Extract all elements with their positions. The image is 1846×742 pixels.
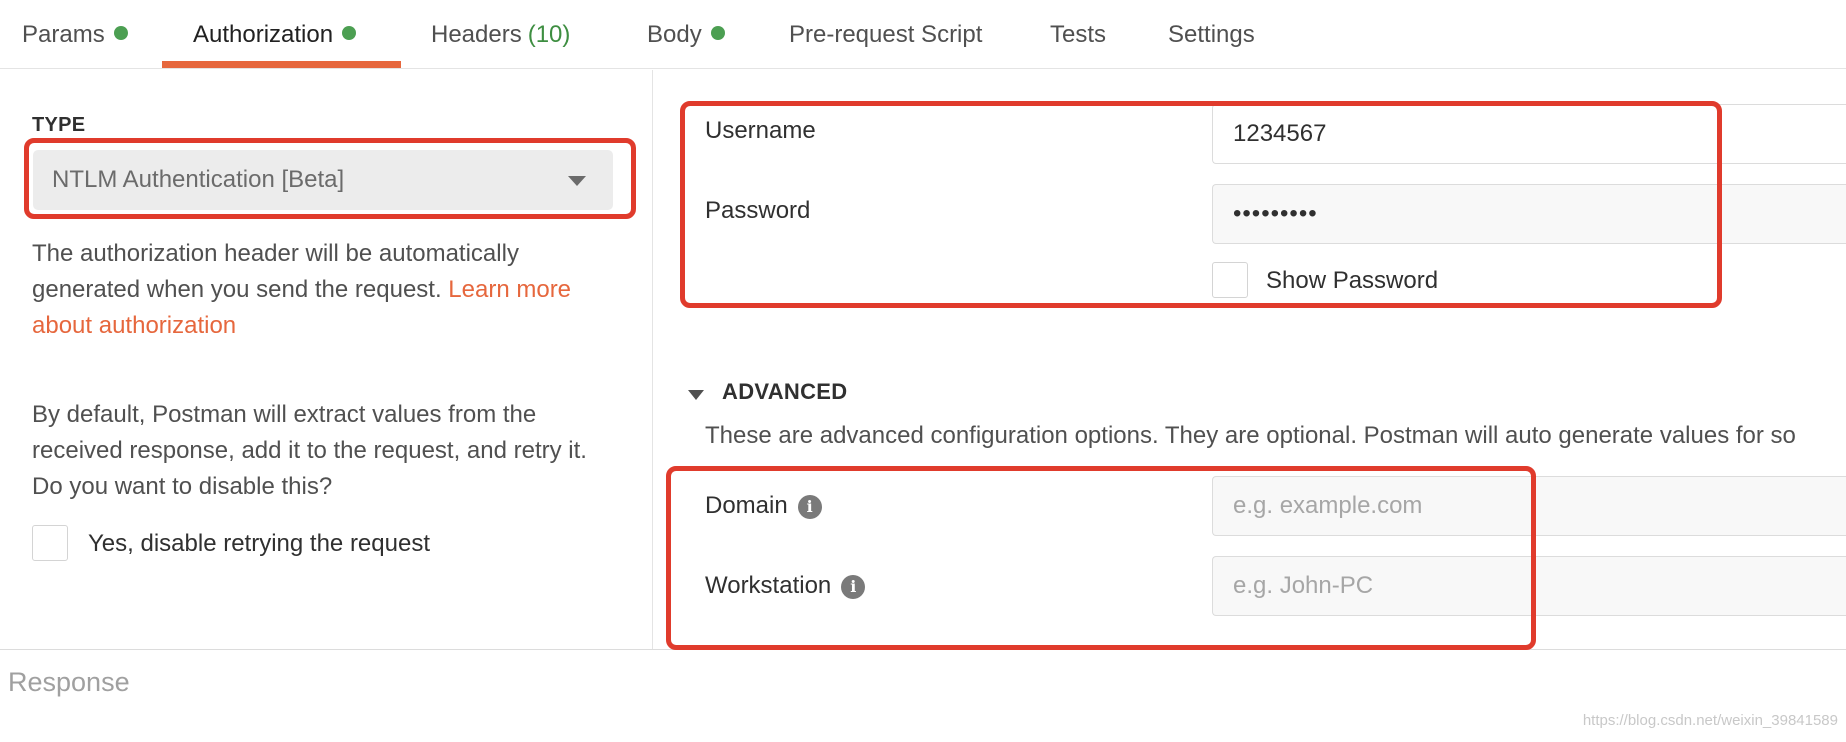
auth-help-text: The authorization header will be automat… [32,236,622,344]
advanced-description: These are advanced configuration options… [705,422,1796,449]
workstation-input[interactable] [1212,556,1846,616]
tab-authorization-indicator-dot [342,26,357,40]
tab-params[interactable]: Params [22,0,128,69]
tab-authorization[interactable]: Authorization [193,0,357,69]
disable-retry-checkbox[interactable] [32,525,68,561]
show-password-label: Show Password [1266,267,1439,294]
password-input[interactable] [1212,184,1846,244]
response-section: Response https://blog.csdn.net/weixin_39… [0,649,1846,742]
info-icon[interactable]: i [841,575,866,599]
auth-type-select[interactable]: NTLM Authentication [Beta] [33,150,613,210]
advanced-section-title[interactable]: ADVANCED [722,379,847,405]
tab-pre-request-script[interactable]: Pre-request Script [789,0,982,69]
auth-type-panel: TYPE NTLM Authentication [Beta] The auth… [0,70,653,649]
tab-pre-request-script-label: Pre-request Script [789,21,983,48]
tab-headers-count: (10) [527,21,571,48]
password-label: Password [705,197,811,224]
domain-label-text: Domain [705,492,788,519]
active-tab-underline [162,61,401,68]
tab-body-indicator-dot [710,26,725,40]
request-tabs: Params Authorization Headers (10) Body Pr… [0,0,1846,69]
tab-tests-label: Tests [1050,21,1107,48]
workstation-label: Workstation i [705,572,866,600]
auth-type-label: TYPE [32,114,86,136]
tab-settings-label: Settings [1168,21,1255,48]
domain-input[interactable] [1212,476,1846,536]
watermark-text: https://blog.csdn.net/weixin_39841589 [1582,712,1838,729]
username-label: Username [705,117,816,144]
auth-type-selected-value: NTLM Authentication [Beta] [52,166,345,193]
auth-fields-panel: Username Password Show Password ADVANCED… [654,70,1846,649]
retry-description: By default, Postman will extract values … [32,401,587,500]
workstation-label-text: Workstation [705,572,832,599]
disable-retry-label: Yes, disable retrying the request [88,530,430,557]
tab-authorization-label: Authorization [193,21,334,48]
tab-body-label: Body [647,21,702,48]
tab-tests[interactable]: Tests [1050,0,1106,69]
tab-body[interactable]: Body [647,0,725,69]
response-title: Response [8,667,130,697]
triangle-down-icon[interactable] [688,390,704,400]
tab-params-label: Params [22,21,105,48]
username-input[interactable] [1212,104,1846,164]
tab-settings[interactable]: Settings [1168,0,1255,69]
auth-help-description: The authorization header will be automat… [32,240,519,303]
tab-params-indicator-dot [113,26,128,40]
info-icon[interactable]: i [797,495,822,519]
tab-headers[interactable]: Headers (10) [431,0,570,69]
tab-headers-label: Headers [431,21,522,48]
show-password-checkbox[interactable] [1212,262,1248,298]
chevron-down-icon [568,176,586,186]
domain-label: Domain i [705,492,822,520]
